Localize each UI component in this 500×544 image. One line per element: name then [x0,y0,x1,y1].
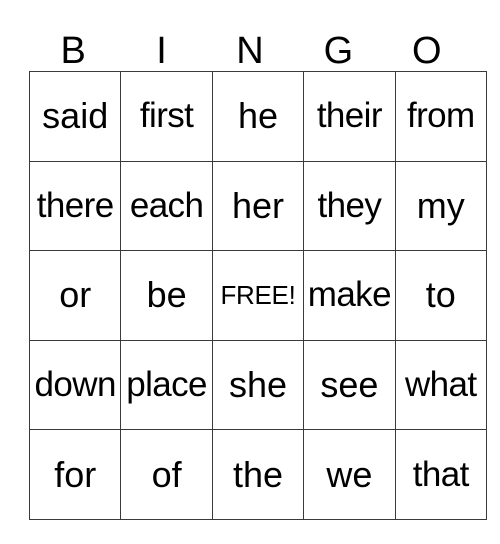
bingo-cell-label: each [129,185,204,225]
bingo-cell[interactable]: we [303,429,396,520]
bingo-cell-label: we [326,453,373,495]
bingo-cell[interactable]: he [211,71,305,162]
bingo-cell[interactable]: what [394,339,487,431]
bingo-cell-label: for [54,453,97,495]
bingo-cell-label: from [406,96,475,136]
bingo-cell-label: first [139,96,194,136]
bingo-card: B I N G O said first he their from there… [28,20,487,520]
bingo-cell-label: her [231,184,284,226]
bingo-cell[interactable]: of [120,429,213,520]
bingo-cell-label: or [59,274,92,316]
bingo-cell-label: their [316,96,383,136]
bingo-cell[interactable]: or [28,250,122,341]
bingo-cell[interactable]: said [28,71,122,162]
bingo-row: or be FREE! make to [28,250,487,341]
bingo-header-letter-n: N [236,30,264,72]
bingo-header: B I N G O [29,20,471,71]
bingo-row: said first he their from [28,71,487,162]
bingo-cell-label: he [237,95,278,137]
bingo-cell-label: the [232,453,283,495]
bingo-cell[interactable]: to [394,250,487,341]
bingo-header-letter-b: B [60,30,86,72]
bingo-header-letter-g: G [323,30,354,72]
bingo-cell[interactable]: be [120,250,213,341]
bingo-cell-label: my [416,184,465,226]
bingo-cell[interactable]: see [303,339,396,431]
bingo-cell-label: she [228,364,287,406]
bingo-cell[interactable]: make [303,250,396,341]
bingo-header-letter-o: O [411,30,442,72]
bingo-cell[interactable]: the [211,429,305,520]
bingo-cell[interactable]: that [394,429,487,520]
bingo-free-space-label: FREE! [220,280,296,311]
bingo-row: there each her they my [28,160,487,252]
bingo-cell[interactable]: place [120,339,213,431]
bingo-cell[interactable]: for [28,429,122,520]
bingo-cell[interactable]: first [120,71,213,162]
bingo-cell-label: make [307,275,392,315]
bingo-cell[interactable]: down [28,339,122,431]
bingo-cell-free[interactable]: FREE! [211,250,305,341]
bingo-cell-label: down [34,365,117,405]
bingo-grid: said first he their from there each her … [28,71,487,520]
bingo-cell-label: of [151,453,182,495]
bingo-header-letter-i: I [156,30,167,72]
bingo-cell[interactable]: they [303,160,396,252]
bingo-cell-label: see [320,364,379,406]
bingo-cell[interactable]: there [28,160,122,252]
bingo-cell[interactable]: she [211,339,305,431]
bingo-row: down place she see what [28,339,487,431]
bingo-cell-label: what [404,365,477,405]
bingo-cell[interactable]: each [120,160,213,252]
bingo-cell[interactable]: my [394,160,487,252]
bingo-cell-label: they [317,185,382,225]
bingo-cell-label: there [36,185,114,225]
bingo-cell-label: that [412,454,470,494]
bingo-cell[interactable]: their [303,71,396,162]
bingo-cell-label: place [126,365,207,405]
bingo-cell[interactable]: from [394,71,487,162]
bingo-row: for of the we that [28,429,487,520]
bingo-cell-label: to [425,274,456,316]
bingo-cell[interactable]: her [211,160,305,252]
bingo-cell-label: be [146,274,187,316]
bingo-cell-label: said [42,95,109,137]
